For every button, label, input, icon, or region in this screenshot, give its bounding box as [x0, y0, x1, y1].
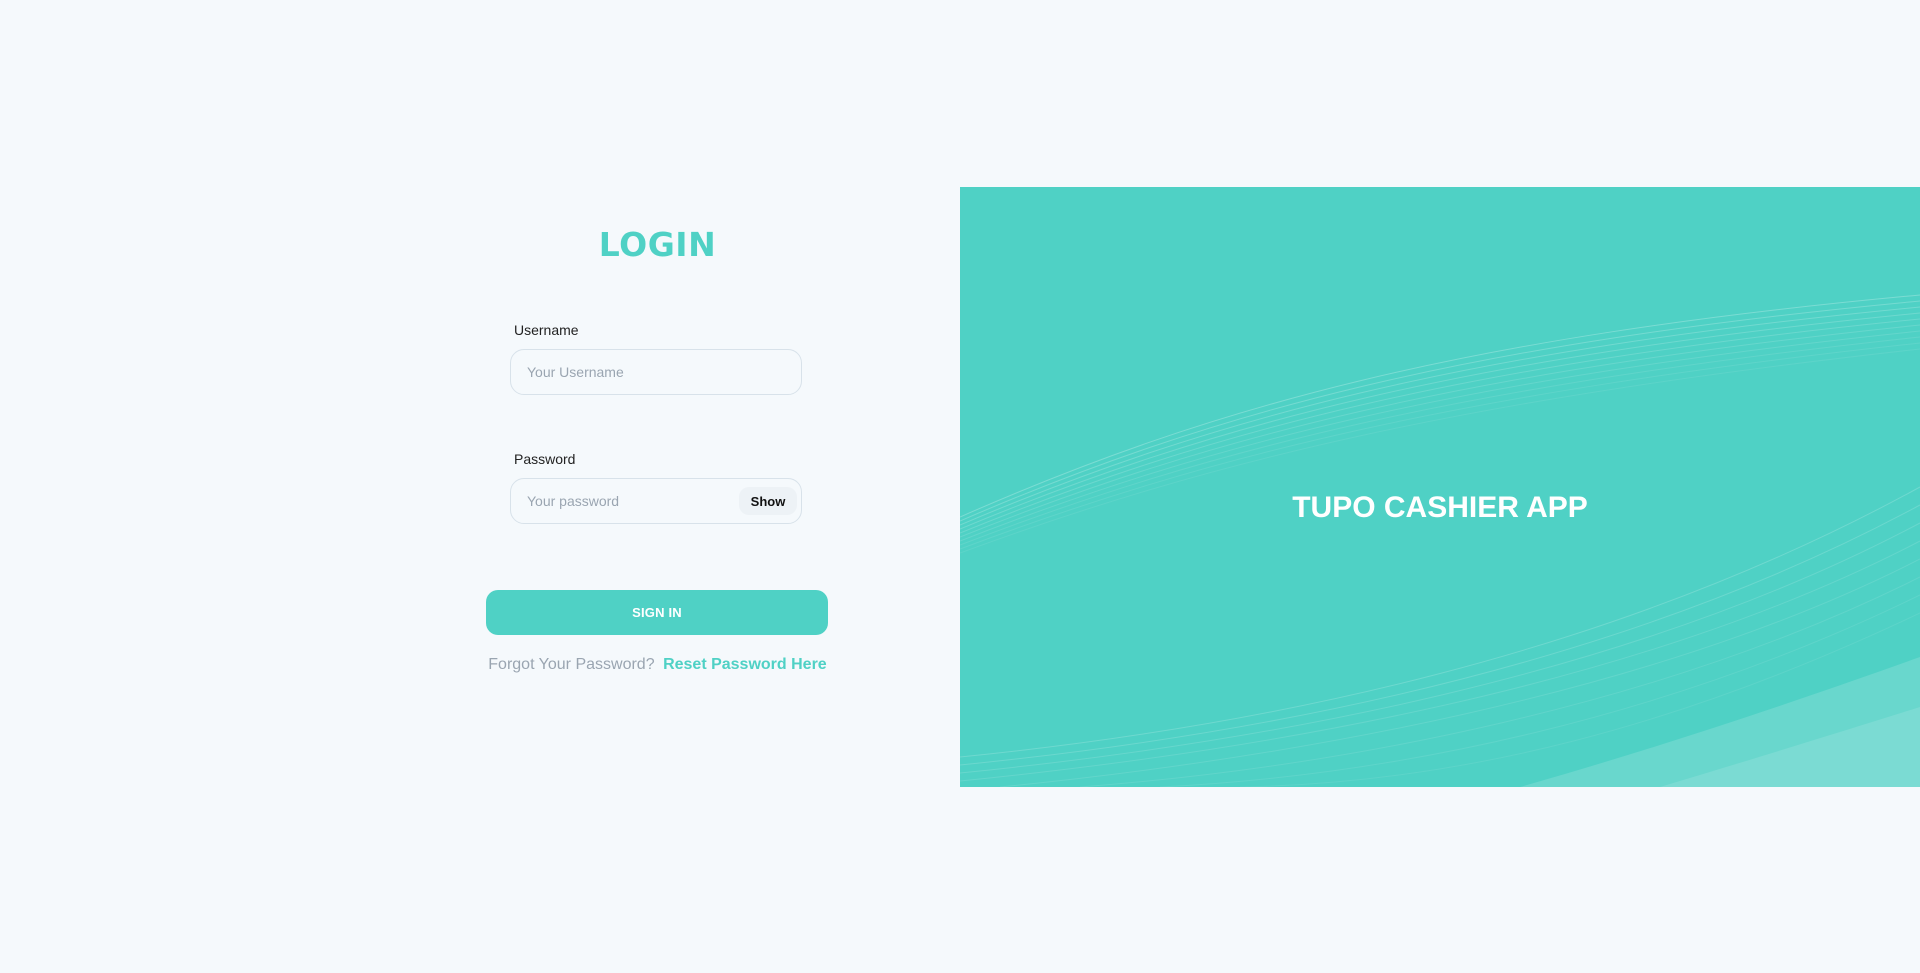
password-input[interactable]: [527, 479, 747, 523]
login-page: LOGIN Username Password Show SIGN IN For…: [0, 0, 1920, 973]
login-title: LOGIN: [598, 225, 717, 264]
forgot-password-row: Forgot Your Password? Reset Password Her…: [480, 656, 835, 674]
password-field-box: Show: [510, 478, 802, 524]
sign-in-button[interactable]: SIGN IN: [486, 590, 828, 635]
reset-password-link[interactable]: Reset Password Here: [663, 656, 827, 673]
login-form: LOGIN Username Password Show SIGN IN For…: [480, 187, 835, 787]
app-title: TUPO CASHIER APP: [1292, 491, 1588, 524]
username-input[interactable]: [527, 350, 747, 394]
show-password-button[interactable]: Show: [739, 487, 797, 515]
wave-pattern: [960, 294, 1920, 787]
password-label: Password: [514, 451, 576, 467]
username-field-box: [510, 349, 802, 395]
forgot-password-text: Forgot Your Password?: [488, 656, 655, 673]
hero-banner: TUPO CASHIER APP: [960, 187, 1920, 787]
username-label: Username: [514, 322, 579, 338]
